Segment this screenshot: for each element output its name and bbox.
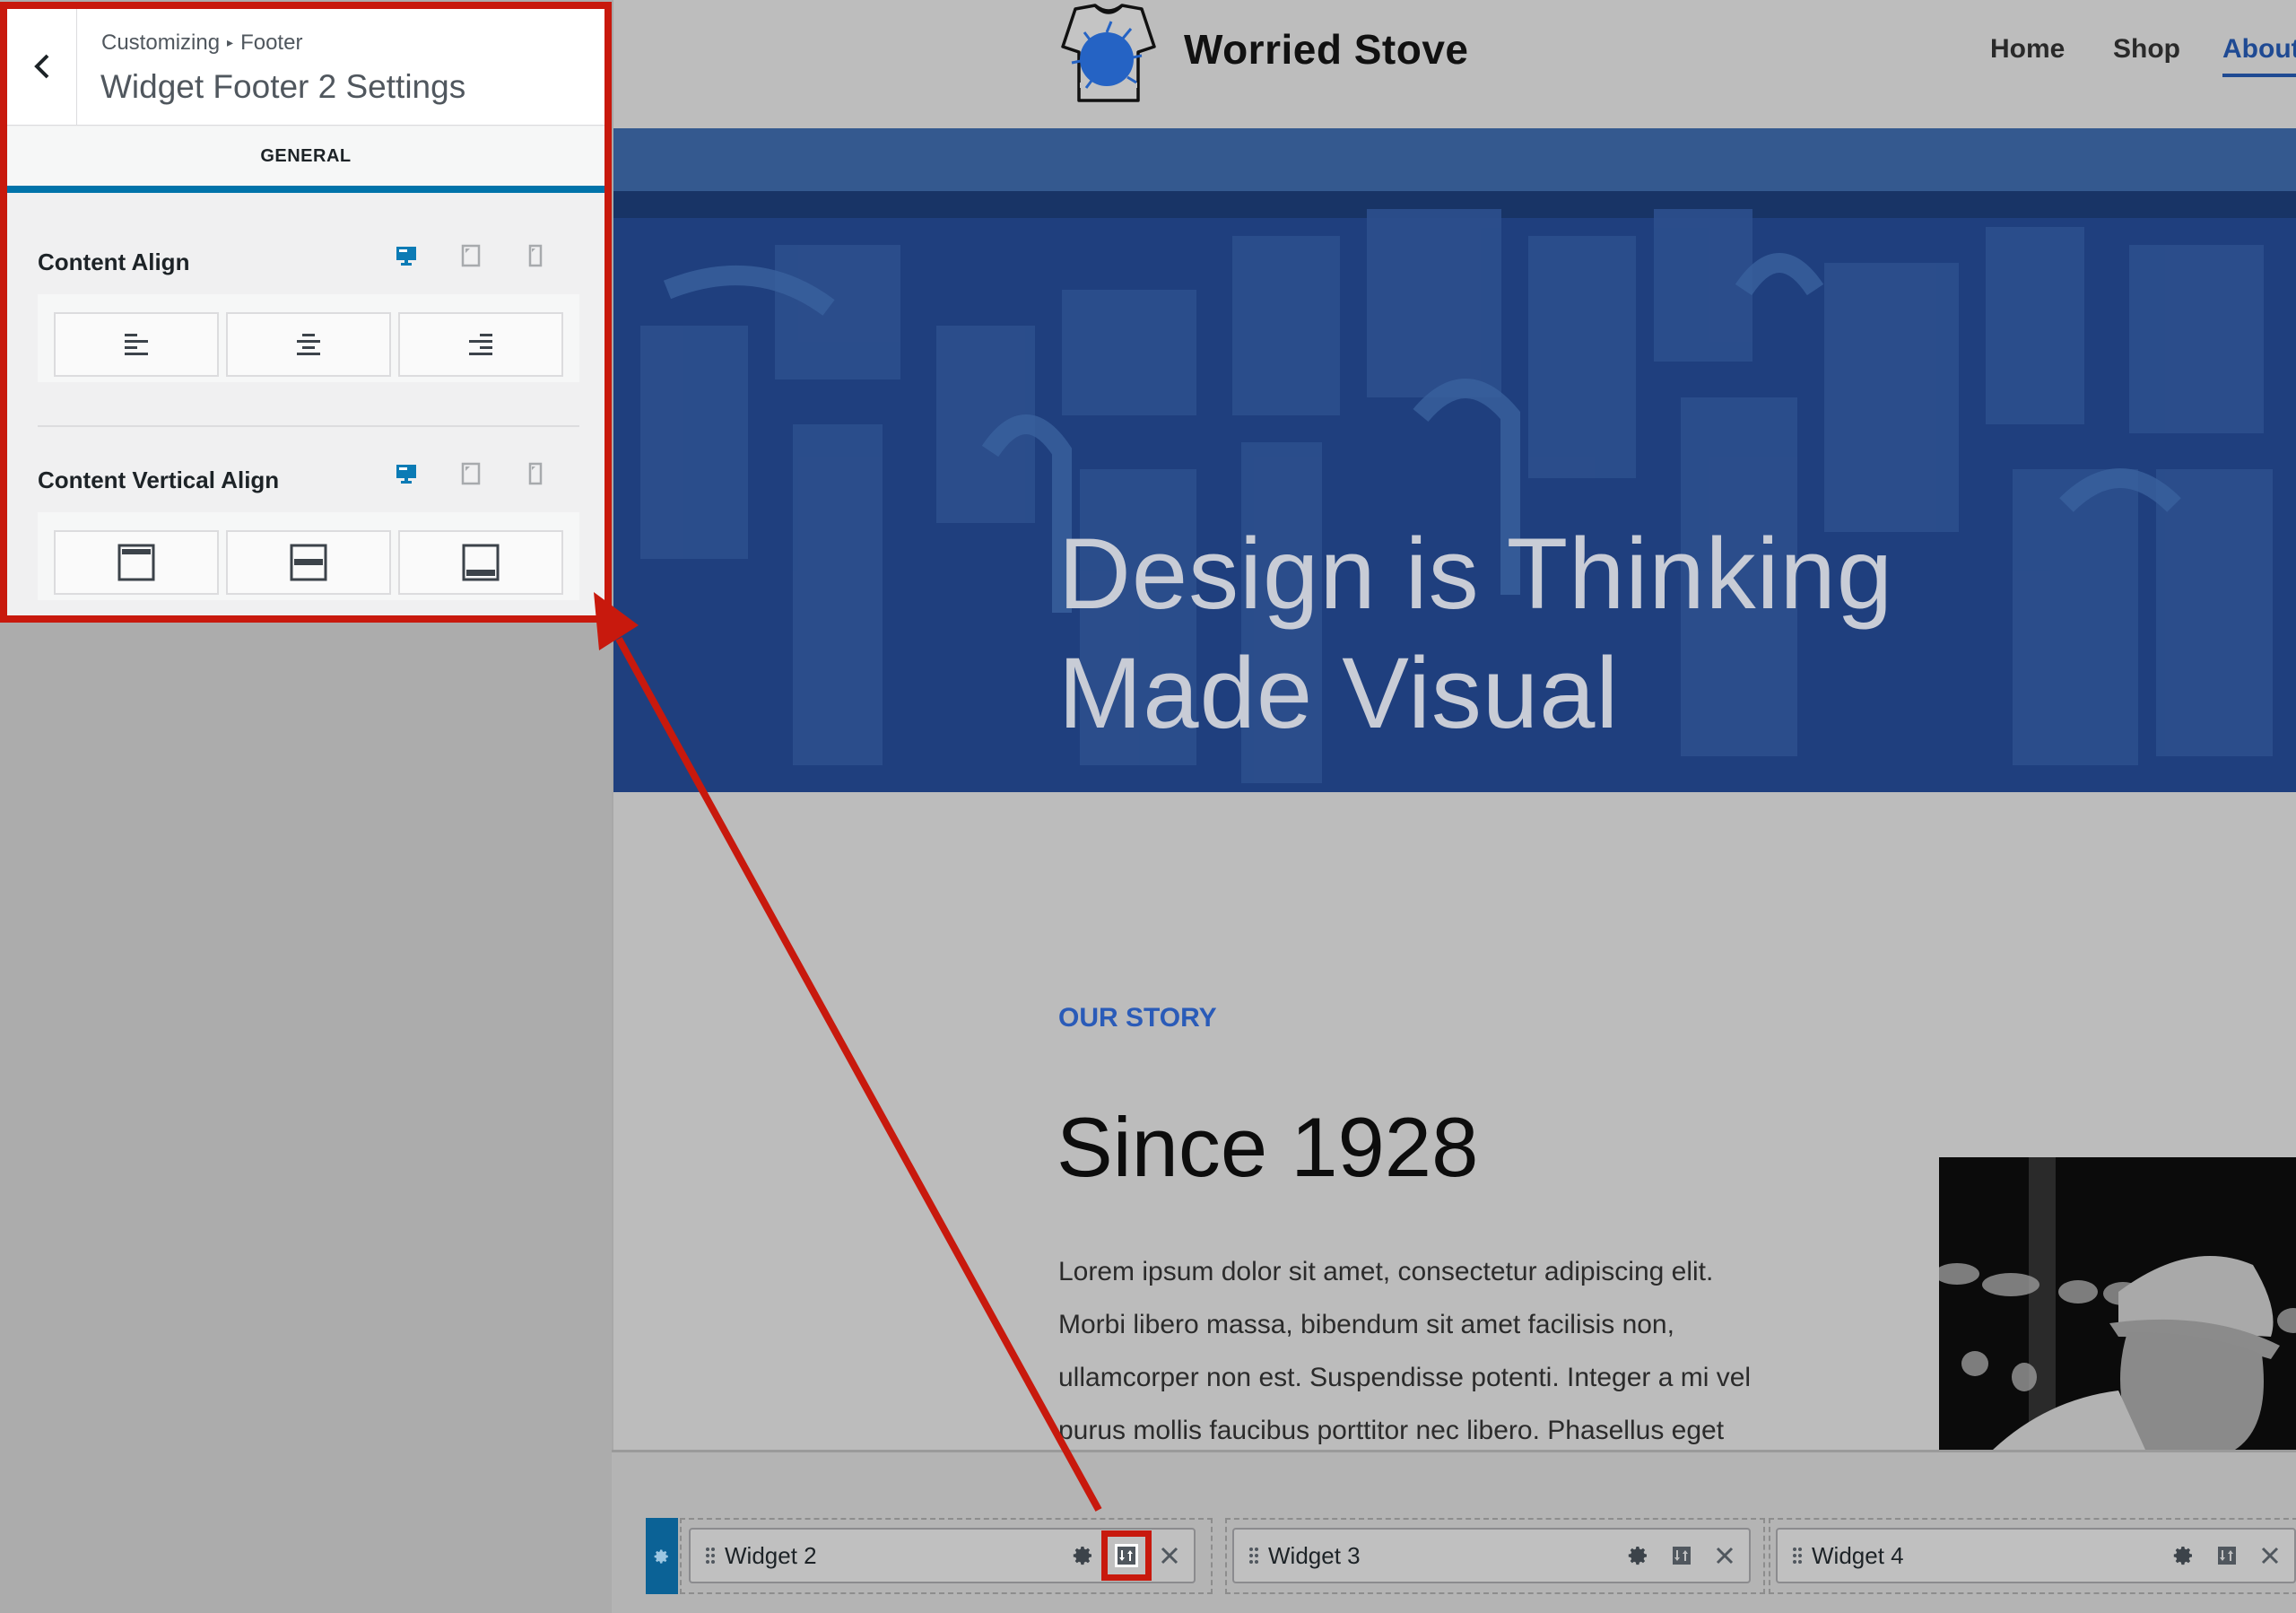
widget-actions	[1072, 1530, 1181, 1582]
row-settings-button[interactable]	[646, 1518, 678, 1594]
control-divider	[38, 425, 579, 427]
widget-layout-button[interactable]	[1670, 1544, 1693, 1567]
section-panel: Customizing ▸ Footer Widget Footer 2 Setti…	[7, 7, 604, 617]
widget-item[interactable]: Widget 3	[1232, 1528, 1751, 1583]
content-align-devices	[395, 244, 547, 267]
widget-layout-button[interactable]	[1101, 1530, 1152, 1581]
layout-settings-icon	[1673, 1547, 1691, 1565]
device-desktop-button[interactable]	[395, 462, 418, 485]
close-icon	[1716, 1547, 1734, 1565]
widget-item[interactable]: Widget 4	[1776, 1528, 2296, 1583]
align-top-icon	[117, 544, 155, 581]
content-align-label: Content Align	[38, 248, 190, 275]
drag-handle-icon[interactable]	[705, 1547, 716, 1565]
close-icon	[1161, 1547, 1178, 1565]
widget-settings-button[interactable]	[1072, 1544, 1095, 1567]
tab-general[interactable]: GENERAL	[260, 146, 351, 167]
content-align-options	[38, 294, 579, 382]
widget-remove-button[interactable]	[1158, 1544, 1181, 1567]
customizer-panel: Customizing ▸ Footer Widget Footer 2 Setti…	[0, 0, 612, 1613]
widget-actions	[1627, 1530, 1736, 1582]
tablet-icon	[461, 244, 481, 267]
content-vertical-align-label: Content Vertical Align	[38, 466, 280, 493]
gear-icon	[1073, 1547, 1091, 1565]
widget-settings-button[interactable]	[1627, 1544, 1650, 1567]
close-icon	[2261, 1547, 2279, 1565]
nav-shop[interactable]: Shop	[2113, 34, 2180, 65]
widget-remove-button[interactable]	[2258, 1544, 2282, 1567]
story-body-line: ullamcorper non est. Suspendisse potenti…	[1058, 1363, 1752, 1392]
back-button[interactable]	[7, 7, 77, 126]
nav-home[interactable]: Home	[1990, 34, 2065, 65]
widget-settings-button[interactable]	[2172, 1544, 2196, 1567]
mobile-icon	[528, 462, 543, 485]
widget-item[interactable]: Widget 2	[689, 1528, 1196, 1583]
hero-heading-line-2: Made Visual	[1058, 637, 1620, 749]
breadcrumb-section: Footer	[240, 31, 303, 55]
tablet-icon	[461, 462, 481, 485]
story-body-line: Lorem ipsum dolor sit amet, consectetur …	[1058, 1257, 1714, 1286]
device-mobile-button[interactable]	[524, 244, 547, 267]
story-body-line: purus mollis faucibus porttitor nec libe…	[1058, 1416, 1725, 1445]
story-heading: Since 1928	[1057, 1100, 1479, 1194]
footer-builder: Widget 2 Widget 3 Widget 4	[612, 1452, 2296, 1613]
content-vertical-align-devices	[395, 462, 547, 485]
hero-heading: Design is Thinking Made Visual	[1058, 514, 1893, 753]
story-body: Lorem ipsum dolor sit amet, consectetur …	[1058, 1245, 1794, 1450]
site-preview: Worried Stove Home Shop About Design is …	[612, 0, 2296, 1450]
widget-label: Widget 2	[725, 1541, 817, 1569]
layout-settings-icon	[1118, 1547, 1135, 1565]
content-vertical-align-options	[38, 512, 579, 600]
baseball-player-photo	[1939, 1157, 2296, 1450]
widget-layout-button[interactable]	[2215, 1544, 2239, 1567]
mobile-icon	[528, 244, 543, 267]
align-right-button[interactable]	[398, 312, 563, 377]
breadcrumb-root: Customizing	[101, 31, 221, 55]
hero-section: Design is Thinking Made Visual	[613, 128, 2296, 792]
align-bottom-button[interactable]	[398, 530, 563, 595]
layout-settings-icon	[2218, 1547, 2236, 1565]
gear-icon	[2173, 1547, 2192, 1565]
device-mobile-button[interactable]	[524, 462, 547, 485]
device-desktop-button[interactable]	[395, 244, 418, 267]
align-left-icon	[125, 334, 148, 355]
site-title[interactable]: Worried Stove	[1184, 25, 1469, 74]
align-center-button[interactable]	[226, 312, 391, 377]
device-tablet-button[interactable]	[459, 462, 483, 485]
device-tablet-button[interactable]	[459, 244, 483, 267]
tshirt-logo-icon[interactable]	[1056, 2, 1161, 105]
align-middle-icon	[290, 544, 327, 581]
drag-handle-icon[interactable]	[1792, 1547, 1803, 1565]
desktop-icon	[396, 465, 416, 484]
gear-icon	[654, 1549, 668, 1564]
hero-heading-line-1: Design is Thinking	[1058, 518, 1894, 630]
widget-actions	[2172, 1530, 2282, 1582]
align-right-icon	[469, 334, 492, 355]
align-top-button[interactable]	[54, 530, 219, 595]
desktop-icon	[396, 247, 416, 266]
widget-label: Widget 4	[1812, 1541, 1904, 1569]
site-header: Worried Stove Home Shop About	[613, 0, 2296, 128]
panel-header: Customizing ▸ Footer Widget Footer 2 Setti…	[7, 7, 604, 126]
tab-bar: GENERAL	[7, 126, 604, 193]
gear-icon	[1628, 1547, 1647, 1565]
breadcrumb: Customizing ▸ Footer	[101, 31, 302, 56]
widget-label: Widget 3	[1268, 1541, 1361, 1569]
customizer-screen: Customizing ▸ Footer Widget Footer 2 Setti…	[0, 0, 2296, 1613]
breadcrumb-separator: ▸	[227, 35, 234, 49]
story-eyebrow: OUR STORY	[1058, 1003, 1217, 1033]
align-middle-button[interactable]	[226, 530, 391, 595]
story-body-line: Morbi libero massa, bibendum sit amet fa…	[1058, 1310, 1674, 1339]
align-left-button[interactable]	[54, 312, 219, 377]
widget-remove-button[interactable]	[1713, 1544, 1736, 1567]
nav-about[interactable]: About	[2222, 34, 2296, 77]
align-center-icon	[297, 334, 320, 355]
align-bottom-icon	[462, 544, 500, 581]
drag-handle-icon[interactable]	[1248, 1547, 1259, 1565]
chevron-left-icon	[33, 54, 48, 79]
panel-title: Widget Footer 2 Settings	[100, 68, 466, 105]
